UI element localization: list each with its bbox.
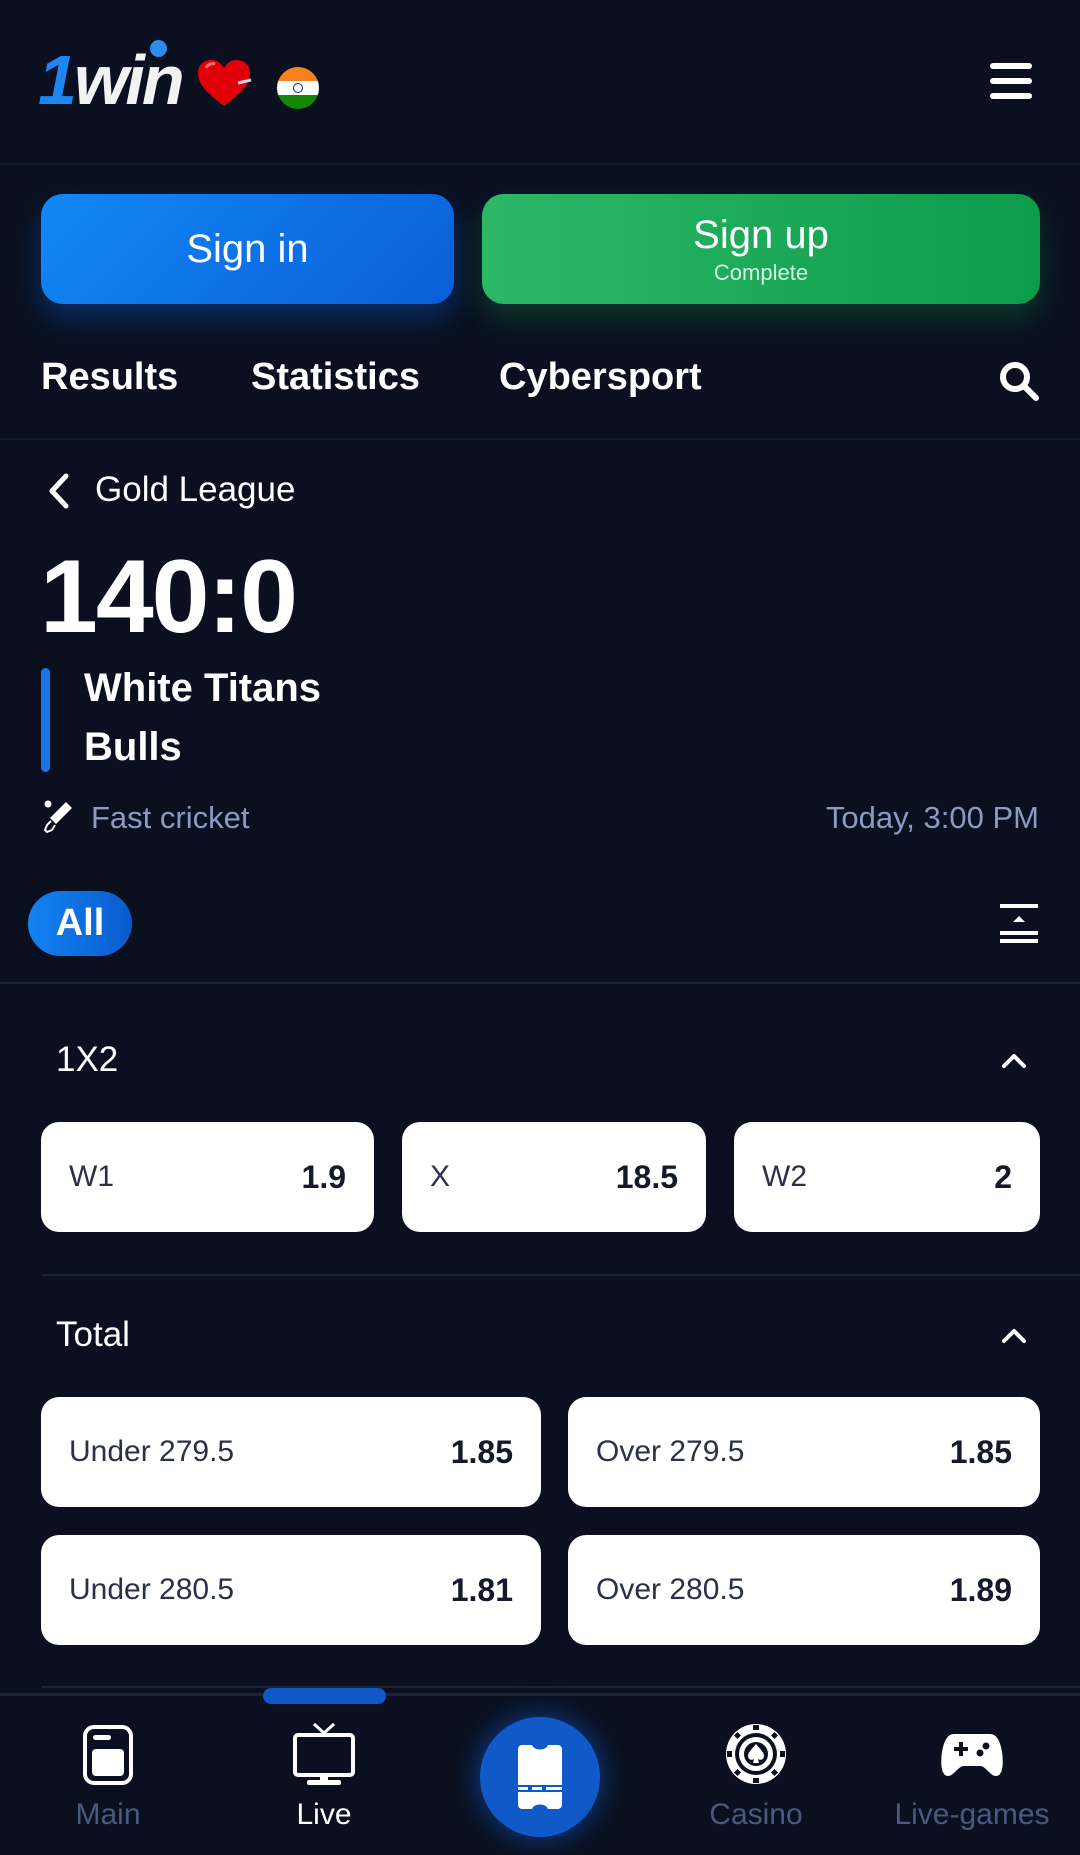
search-icon[interactable] bbox=[998, 360, 1040, 402]
sign-up-sublabel: Complete bbox=[713, 259, 809, 285]
chevron-up-icon[interactable] bbox=[1000, 1050, 1028, 1070]
cricket-bat-icon bbox=[43, 800, 72, 834]
divider bbox=[0, 982, 1080, 984]
odd-button[interactable]: Under 280.5 1.81 bbox=[41, 1535, 541, 1645]
sign-in-button[interactable]: Sign in bbox=[41, 194, 454, 304]
top-nav: Results Statistics Cybersport bbox=[0, 338, 1080, 440]
sign-up-label: Sign up bbox=[693, 212, 829, 257]
heart-icon bbox=[198, 60, 252, 106]
bottom-nav-label: Live bbox=[296, 1798, 352, 1831]
tv-icon bbox=[293, 1722, 355, 1785]
odd-label: Over 279.5 bbox=[596, 1435, 745, 1468]
odd-value: 1.89 bbox=[949, 1571, 1012, 1608]
chevron-up-icon[interactable] bbox=[1000, 1325, 1028, 1345]
odd-button[interactable]: Over 280.5 1.89 bbox=[568, 1535, 1040, 1645]
market-title-total: Total bbox=[56, 1315, 130, 1354]
nav-cybersport[interactable]: Cybersport bbox=[499, 356, 702, 399]
divider bbox=[41, 1274, 1080, 1276]
odd-label: Over 280.5 bbox=[596, 1573, 745, 1606]
match-score: 140:0 bbox=[40, 539, 298, 655]
odd-button[interactable]: Under 279.5 1.85 bbox=[41, 1397, 541, 1507]
market-title-1x2: 1X2 bbox=[56, 1040, 119, 1079]
bottom-nav-label: Live-games bbox=[894, 1798, 1050, 1831]
bottom-nav-casino[interactable]: Casino bbox=[666, 1722, 846, 1852]
odd-label: Under 279.5 bbox=[69, 1435, 235, 1468]
hamburger-menu-icon[interactable] bbox=[990, 63, 1032, 99]
odd-value: 1.85 bbox=[949, 1433, 1012, 1470]
bet-slip-button[interactable] bbox=[480, 1717, 600, 1837]
logo-one: 1 bbox=[38, 41, 77, 119]
logo-win: win bbox=[73, 41, 185, 119]
nav-statistics[interactable]: Statistics bbox=[251, 356, 420, 399]
bottom-nav-live[interactable]: Live bbox=[234, 1722, 414, 1852]
odd-button[interactable]: W2 2 bbox=[734, 1122, 1040, 1232]
odd-button[interactable]: X 18.5 bbox=[402, 1122, 706, 1232]
main-icon bbox=[83, 1725, 133, 1785]
india-flag-icon[interactable] bbox=[277, 67, 319, 109]
bottom-nav-label: Main bbox=[75, 1798, 141, 1831]
team-1-name: White Titans bbox=[84, 666, 322, 710]
filter-chip-all[interactable]: All bbox=[28, 891, 132, 956]
odd-value: 2 bbox=[994, 1158, 1012, 1195]
odd-value: 1.85 bbox=[450, 1433, 513, 1470]
divider bbox=[41, 1686, 1080, 1688]
app-header: 1 win bbox=[0, 0, 1080, 165]
logo[interactable]: 1 win bbox=[38, 40, 252, 120]
odd-value: 18.5 bbox=[615, 1158, 678, 1195]
back-chevron-icon[interactable] bbox=[44, 470, 74, 512]
odd-value: 1.9 bbox=[301, 1158, 346, 1195]
gamepad-icon bbox=[941, 1734, 1003, 1776]
odd-button[interactable]: Over 279.5 1.85 bbox=[568, 1397, 1040, 1507]
bet-slip-ticket-icon bbox=[518, 1745, 562, 1809]
league-name[interactable]: Gold League bbox=[95, 470, 295, 510]
casino-chip-icon bbox=[726, 1724, 786, 1784]
nav-results[interactable]: Results bbox=[41, 356, 178, 399]
bottom-nav-label: Casino bbox=[709, 1798, 803, 1831]
odd-label: Under 280.5 bbox=[69, 1573, 235, 1606]
sport-name: Fast cricket bbox=[91, 800, 250, 835]
odd-button[interactable]: W1 1.9 bbox=[41, 1122, 374, 1232]
odd-label: W2 bbox=[762, 1160, 807, 1193]
collapse-all-icon[interactable] bbox=[1000, 904, 1038, 944]
sign-up-button[interactable]: Sign up Complete bbox=[482, 194, 1040, 304]
active-team-indicator bbox=[41, 668, 50, 772]
logo-dot bbox=[150, 40, 167, 57]
odd-label: W1 bbox=[69, 1160, 114, 1193]
match-datetime: Today, 3:00 PM bbox=[825, 800, 1039, 835]
odd-label: X bbox=[430, 1160, 451, 1193]
team-2-name: Bulls bbox=[84, 725, 182, 769]
odd-value: 1.81 bbox=[450, 1571, 513, 1608]
bottom-nav-live-games[interactable]: Live-games bbox=[882, 1722, 1062, 1852]
sign-in-label: Sign in bbox=[186, 226, 309, 271]
active-tab-indicator bbox=[263, 1688, 386, 1704]
bottom-nav-main[interactable]: Main bbox=[18, 1722, 198, 1852]
